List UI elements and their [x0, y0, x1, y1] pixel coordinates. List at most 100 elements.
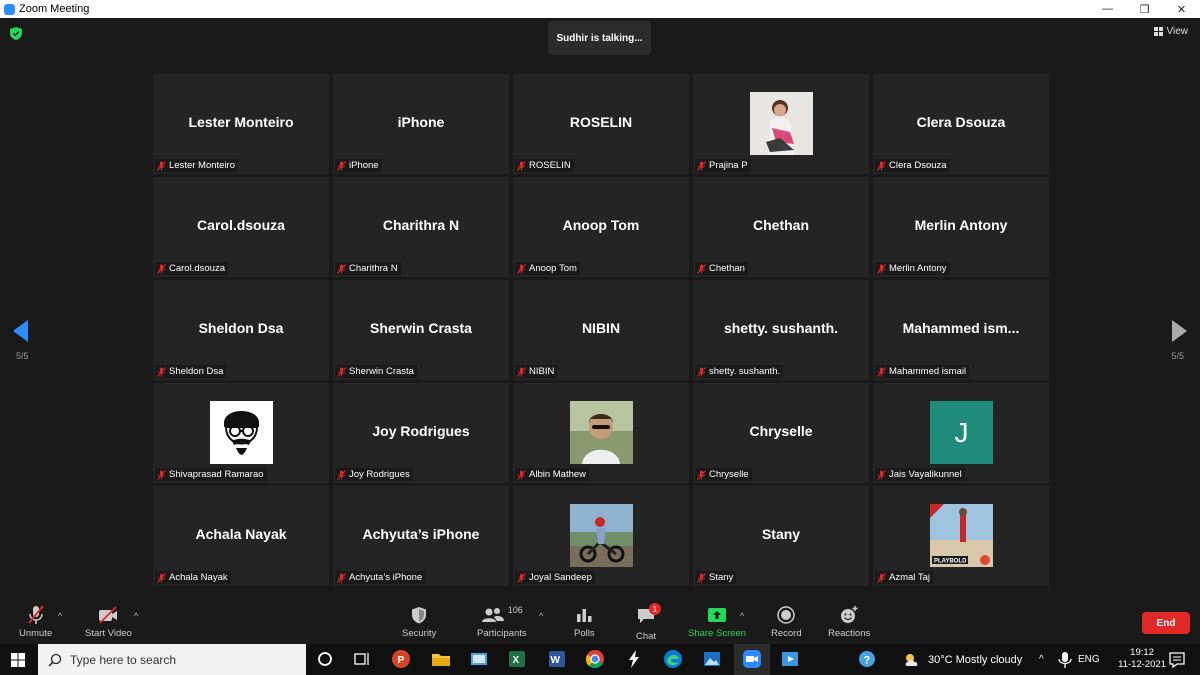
svg-text:W: W [551, 655, 561, 666]
participant-name-label: Clera Dsouza [875, 159, 950, 172]
participant-caption-text: Stany [709, 572, 734, 583]
zoom-taskbar-button[interactable] [734, 644, 770, 675]
share-screen-button[interactable]: Share Screen [688, 605, 746, 639]
participant-tile[interactable]: NIBIN NIBIN [513, 280, 689, 380]
taskbar-search-box[interactable]: Type here to search [38, 644, 306, 675]
tray-overflow-caret[interactable]: ^ [1039, 644, 1044, 675]
close-button[interactable]: ✕ [1163, 0, 1200, 18]
participant-tile[interactable]: Sherwin Crasta Sherwin Crasta [333, 280, 509, 380]
edge-icon[interactable] [663, 649, 683, 669]
cortana-circle-icon[interactable] [315, 649, 335, 669]
file-explorer-icon[interactable] [431, 649, 451, 669]
participant-name-label: ROSELIN [515, 159, 574, 172]
system-clock[interactable]: 19:12 11-12-2021 [1118, 647, 1166, 671]
participant-tile[interactable]: Shivaprasad Ramarao [153, 383, 329, 483]
next-page-button[interactable] [1171, 320, 1187, 347]
participant-tile[interactable]: Achyuta’s iPhone Achyuta’s iPhone [333, 486, 509, 586]
bolt-app-icon[interactable] [624, 649, 644, 669]
language-indicator[interactable]: ENG [1078, 644, 1100, 675]
media-player-icon[interactable] [780, 649, 800, 669]
mic-muted-icon [517, 160, 526, 171]
participant-tile[interactable]: PLAYBOLD Azmal Taj [873, 486, 1049, 586]
excel-icon[interactable]: X [507, 649, 527, 669]
chrome-icon[interactable] [585, 649, 605, 669]
participant-caption-text: ROSELIN [529, 160, 571, 171]
mic-muted-icon [157, 572, 166, 583]
mic-muted-icon [337, 263, 346, 274]
mic-muted-icon [157, 160, 166, 171]
participant-tile[interactable]: Chryselle Chryselle [693, 383, 869, 483]
participant-tile[interactable]: ROSELIN ROSELIN [513, 74, 689, 174]
start-video-label: Start Video [85, 628, 132, 639]
reactions-button[interactable]: Reactions [828, 605, 870, 639]
chat-button[interactable]: 1 Chat [636, 603, 662, 642]
participant-display-name: Lester Monteiro [188, 114, 294, 130]
share-screen-arrow-icon [708, 608, 727, 622]
participants-button[interactable]: 106 Participants [477, 605, 527, 639]
notifications-icon[interactable] [1167, 650, 1187, 670]
profile-photo-avatar [570, 401, 633, 464]
previous-page-button[interactable] [13, 320, 29, 347]
mic-muted-icon [877, 160, 886, 171]
maximize-button[interactable]: ❐ [1126, 0, 1163, 18]
minimize-button[interactable]: — [1089, 0, 1126, 18]
participant-tile[interactable]: Albin Mathew [513, 383, 689, 483]
weather-widget[interactable]: 30°C Mostly cloudy [902, 644, 1022, 675]
participant-tile[interactable]: Chethan Chethan [693, 177, 869, 277]
participant-caption-text: Chryselle [709, 469, 749, 480]
participant-caption-text: Carol.dsouza [169, 263, 225, 274]
chevron-left-icon [13, 320, 28, 342]
view-button[interactable]: View [1153, 26, 1188, 37]
photos-icon[interactable] [702, 649, 722, 669]
polls-label: Polls [574, 628, 595, 639]
participant-display-name: Sherwin Crasta [370, 320, 472, 336]
record-button[interactable]: Record [771, 605, 802, 639]
security-button[interactable]: Security [402, 605, 436, 639]
windows-logo-icon [11, 652, 25, 667]
participant-tile[interactable]: Charithra N Charithra N [333, 177, 509, 277]
share-options-caret[interactable]: ^ [740, 611, 744, 621]
participant-tile[interactable]: Carol.dsouza Carol.dsouza [153, 177, 329, 277]
participant-display-name: Achyuta’s iPhone [362, 526, 480, 542]
powerpoint-icon[interactable]: P [391, 649, 411, 669]
participant-tile[interactable]: Clera Dsouza Clera Dsouza [873, 74, 1049, 174]
participant-tile[interactable]: J Jais Vayalikunnel [873, 383, 1049, 483]
help-icon[interactable]: ? [857, 649, 877, 669]
video-off-icon [99, 606, 118, 624]
control-panel-icon[interactable] [469, 649, 489, 669]
polls-button[interactable]: Polls [574, 605, 595, 639]
participant-name-label: Shivaprasad Ramarao [155, 468, 267, 481]
windows-start-button[interactable] [0, 644, 36, 675]
mic-muted-icon [337, 366, 346, 377]
participant-tile[interactable]: Achala Nayak Achala Nayak [153, 486, 329, 586]
participant-tile[interactable]: Joy Rodrigues Joy Rodrigues [333, 383, 509, 483]
participant-tile[interactable]: Anoop Tom Anoop Tom [513, 177, 689, 277]
participant-tile[interactable]: Mahammed ism... Mahammed ismail [873, 280, 1049, 380]
mic-muted-icon [157, 469, 166, 480]
encryption-shield-icon[interactable] [10, 27, 22, 40]
microphone-tray-icon[interactable] [1055, 650, 1075, 670]
participant-tile[interactable]: Merlin Antony Merlin Antony [873, 177, 1049, 277]
video-options-caret[interactable]: ^ [134, 611, 138, 621]
participant-tile[interactable]: Joyal Sandeep [513, 486, 689, 586]
participant-tile[interactable]: Prajina P [693, 74, 869, 174]
end-meeting-button[interactable]: End [1142, 612, 1190, 634]
task-view-icon[interactable] [352, 649, 372, 669]
shield-icon [412, 607, 427, 624]
start-video-button[interactable]: Start Video [85, 605, 132, 639]
participants-options-caret[interactable]: ^ [539, 611, 543, 621]
participant-caption-text: Chethan [709, 263, 745, 274]
audio-options-caret[interactable]: ^ [58, 611, 62, 621]
unmute-button[interactable]: Unmute [19, 605, 52, 639]
participant-tile[interactable]: Lester Monteiro Lester Monteiro [153, 74, 329, 174]
mic-muted-icon [27, 605, 44, 624]
mic-muted-icon [337, 572, 346, 583]
participant-tile[interactable]: Sheldon Dsa Sheldon Dsa [153, 280, 329, 380]
participant-tile[interactable]: Stany Stany [693, 486, 869, 586]
word-icon[interactable]: W [547, 649, 567, 669]
mic-muted-icon [877, 469, 886, 480]
participant-caption-text: shetty. sushanth. [709, 366, 781, 377]
participant-tile[interactable]: shetty. sushanth. shetty. sushanth. [693, 280, 869, 380]
participant-tile[interactable]: iPhone iPhone [333, 74, 509, 174]
participant-display-name: Clera Dsouza [916, 114, 1006, 130]
